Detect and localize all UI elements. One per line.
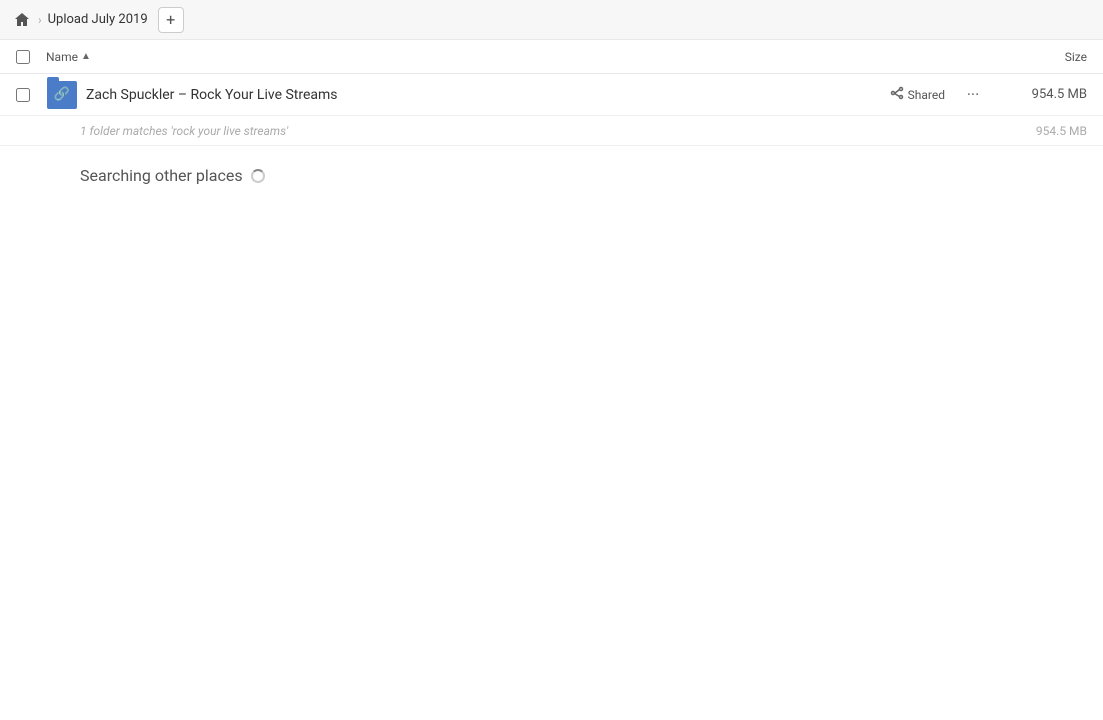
searching-text: Searching other places [80,166,243,185]
sort-arrow-icon: ▲ [81,51,91,62]
row-checkbox-container[interactable] [16,88,46,102]
link-icon: 🔗 [54,87,70,102]
table-row[interactable]: 🔗 Zach Spuckler – Rock Your Live Streams… [0,74,1103,116]
breadcrumb-separator: › [38,13,42,27]
add-button[interactable]: + [158,7,184,33]
more-options-button[interactable]: ··· [959,81,987,109]
breadcrumb-title: Upload July 2019 [48,12,148,27]
breadcrumb-bar: › Upload July 2019 + [0,0,1103,40]
file-size: 954.5 MB [987,87,1087,102]
select-all-checkbox-container[interactable] [16,50,46,64]
searching-section: Searching other places [0,146,1103,205]
name-column-header[interactable]: Name ▲ [46,50,987,64]
select-all-checkbox[interactable] [16,50,30,64]
searching-label: Searching other places [80,166,1087,185]
loading-spinner [251,169,265,183]
name-label: Name [46,50,78,64]
search-info-text: 1 folder matches 'rock your live streams… [80,124,987,138]
file-name: Zach Spuckler – Rock Your Live Streams [86,87,884,103]
search-info-size: 954.5 MB [987,124,1087,138]
search-info-row: 1 folder matches 'rock your live streams… [0,116,1103,146]
folder-icon: 🔗 [46,79,78,111]
ellipsis-icon: ··· [967,85,980,104]
file-actions: Shared ··· [884,81,987,109]
column-header-row: Name ▲ Size [0,40,1103,74]
row-checkbox[interactable] [16,88,30,102]
home-button[interactable] [8,6,36,34]
size-column-header[interactable]: Size [987,50,1087,64]
plus-icon: + [166,10,175,29]
shared-badge: Shared [884,84,951,106]
shared-label: Shared [908,88,945,102]
share-icon [890,86,904,104]
